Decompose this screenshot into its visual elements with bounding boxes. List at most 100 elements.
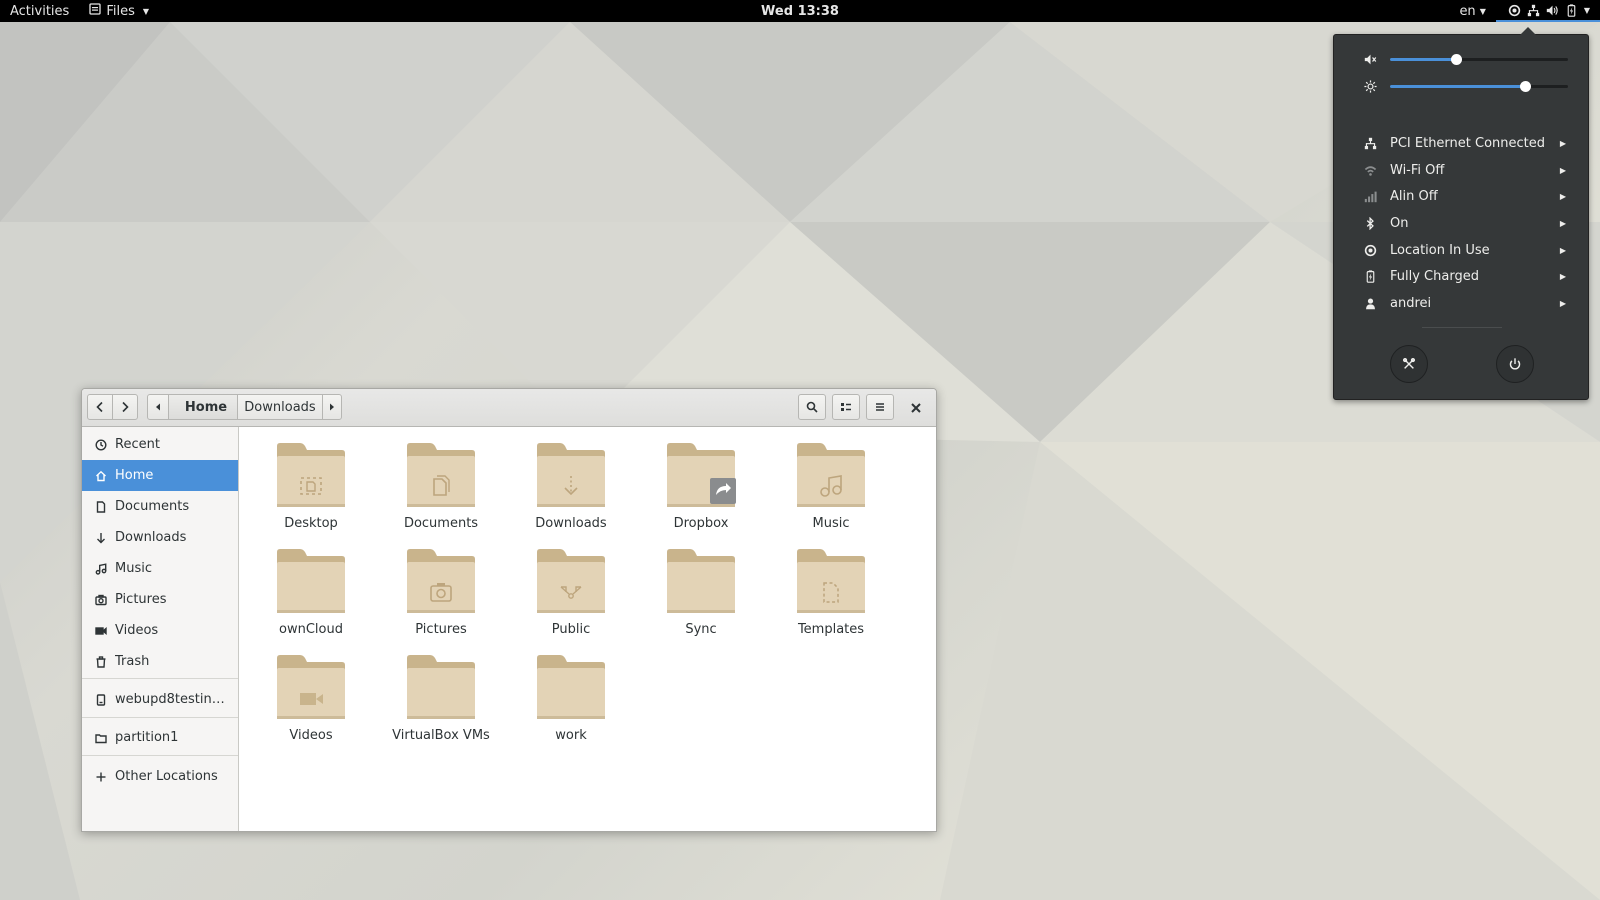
close-window-button[interactable] bbox=[906, 398, 926, 418]
system-status-area[interactable]: ▼ bbox=[1495, 0, 1600, 22]
folder-icon bbox=[537, 549, 605, 613]
file-item-sync[interactable]: Sync bbox=[641, 548, 761, 648]
submenu-arrow-icon: ▶ bbox=[1559, 298, 1566, 308]
sidebar-item-label: webupd8testing... bbox=[115, 692, 227, 707]
file-item-dropbox[interactable]: Dropbox bbox=[641, 442, 761, 542]
menu-item-bluetooth[interactable]: On ▶ bbox=[1334, 210, 1588, 237]
language-indicator[interactable]: en ▼ bbox=[1449, 0, 1495, 22]
folder-icon bbox=[537, 655, 605, 719]
bluetooth-icon bbox=[1362, 216, 1378, 230]
hamburger-icon bbox=[876, 403, 884, 411]
folder-icon bbox=[407, 549, 475, 613]
sidebar-item-music[interactable]: Music bbox=[82, 553, 238, 584]
submenu-arrow-icon: ▶ bbox=[1559, 192, 1566, 202]
app-menu-button[interactable]: Files ▼ bbox=[79, 0, 159, 22]
network-wired-icon bbox=[1527, 4, 1540, 16]
file-item-documents[interactable]: Documents bbox=[381, 442, 501, 542]
sidebar-item-label: Other Locations bbox=[115, 769, 218, 784]
caret-right-icon bbox=[330, 403, 334, 411]
slider-fill bbox=[1390, 58, 1456, 61]
video-icon bbox=[94, 624, 107, 637]
clock-label[interactable]: Wed 13:38 bbox=[761, 4, 839, 19]
sidebar-item-documents[interactable]: Documents bbox=[82, 491, 238, 522]
file-item-pictures[interactable]: Pictures bbox=[381, 548, 501, 648]
sidebar-item-downloads[interactable]: Downloads bbox=[82, 522, 238, 553]
file-item-public[interactable]: Public bbox=[511, 548, 631, 648]
breadcrumb-home[interactable]: Home bbox=[168, 394, 238, 420]
sidebar-item-label: Recent bbox=[115, 437, 160, 452]
slider-handle[interactable] bbox=[1450, 54, 1462, 65]
clock[interactable]: Wed 13:38 bbox=[0, 0, 1600, 22]
file-item-work[interactable]: work bbox=[511, 654, 631, 754]
menu-item-label: PCI Ethernet Connected bbox=[1390, 135, 1546, 151]
submenu-arrow-icon: ▶ bbox=[1559, 138, 1566, 148]
sidebar-separator bbox=[82, 678, 238, 679]
menu-item-mobile-broadband[interactable]: Alin Off ▶ bbox=[1334, 183, 1588, 210]
menu-button[interactable] bbox=[866, 394, 894, 420]
file-item-label: Dropbox bbox=[673, 516, 729, 531]
back-button[interactable] bbox=[87, 394, 113, 420]
forward-button[interactable] bbox=[112, 394, 138, 420]
search-icon bbox=[806, 401, 818, 413]
music-icon bbox=[94, 562, 107, 575]
submenu-arrow-icon: ▶ bbox=[1559, 165, 1566, 175]
menu-item-power[interactable]: Fully Charged ▶ bbox=[1334, 263, 1588, 290]
menu-item-location[interactable]: Location In Use ▶ bbox=[1334, 237, 1588, 264]
file-item-desktop[interactable]: Desktop bbox=[251, 442, 371, 542]
file-item-label: work bbox=[555, 728, 587, 743]
sidebar-item-home[interactable]: Home bbox=[82, 460, 238, 491]
menu-item-wifi[interactable]: Wi-Fi Off ▶ bbox=[1334, 157, 1588, 184]
breadcrumb-downloads[interactable]: Downloads bbox=[237, 394, 323, 420]
sidebar-item-other-locations[interactable]: Other Locations bbox=[82, 761, 238, 792]
file-item-downloads[interactable]: Downloads bbox=[511, 442, 631, 542]
brightness-row bbox=[1362, 76, 1572, 96]
sidebar-item-trash[interactable]: Trash bbox=[82, 646, 238, 677]
sidebar-item-label: Trash bbox=[115, 654, 150, 669]
sidebar-item-label: Pictures bbox=[115, 592, 167, 607]
brightness-slider[interactable] bbox=[1390, 76, 1568, 96]
status-menu-list: PCI Ethernet Connected ▶ Wi-Fi Off ▶ Ali… bbox=[1334, 130, 1588, 317]
sidebar-item-videos[interactable]: Videos bbox=[82, 615, 238, 646]
power-off-button[interactable] bbox=[1496, 345, 1534, 383]
settings-button[interactable] bbox=[1390, 345, 1428, 383]
volume-slider[interactable] bbox=[1390, 49, 1568, 69]
system-menu: PCI Ethernet Connected ▶ Wi-Fi Off ▶ Ali… bbox=[1333, 27, 1589, 400]
list-view-icon bbox=[841, 403, 851, 411]
location-icon bbox=[1362, 244, 1378, 257]
file-item-owncloud[interactable]: ownCloud bbox=[251, 548, 371, 648]
camera-icon bbox=[94, 593, 107, 606]
drive-icon bbox=[94, 693, 107, 706]
sidebar-item-partition1[interactable]: partition1 bbox=[82, 722, 238, 753]
file-item-virtualbox-vms[interactable]: VirtualBox VMs bbox=[381, 654, 501, 754]
chevron-down-icon: ▼ bbox=[1479, 6, 1486, 16]
menu-item-ethernet[interactable]: PCI Ethernet Connected ▶ bbox=[1334, 130, 1588, 157]
volume-muted-icon bbox=[1362, 51, 1378, 67]
sidebar-item-label: Videos bbox=[115, 623, 159, 638]
download-icon bbox=[94, 531, 107, 544]
slider-handle[interactable] bbox=[1520, 81, 1532, 92]
breadcrumb-current-label: Downloads bbox=[244, 399, 316, 415]
path-scroll-left-button[interactable] bbox=[147, 394, 169, 420]
places-sidebar: Recent Home Documents Downloads Music Pi… bbox=[82, 427, 239, 831]
path-scroll-right-button[interactable] bbox=[322, 394, 342, 420]
document-icon bbox=[94, 500, 107, 513]
view-toggle-button[interactable] bbox=[832, 394, 860, 420]
activities-button[interactable]: Activities bbox=[0, 0, 79, 22]
sidebar-item-webupd8testing[interactable]: webupd8testing... bbox=[82, 684, 238, 715]
location-icon bbox=[1508, 4, 1521, 16]
file-item-templates[interactable]: Templates bbox=[771, 548, 891, 648]
sidebar-item-pictures[interactable]: Pictures bbox=[82, 584, 238, 615]
close-icon bbox=[911, 403, 921, 413]
chevron-left-icon bbox=[96, 401, 103, 413]
sidebar-separator bbox=[82, 755, 238, 756]
breadcrumb-home-label: Home bbox=[184, 399, 228, 415]
menu-item-label: Fully Charged bbox=[1390, 269, 1479, 285]
header-bar: Home Downloads bbox=[82, 389, 936, 427]
files-app-icon bbox=[89, 3, 101, 19]
file-item-videos[interactable]: Videos bbox=[251, 654, 371, 754]
menu-item-user[interactable]: andrei ▶ bbox=[1334, 290, 1588, 317]
search-button[interactable] bbox=[798, 394, 826, 420]
sidebar-item-recent[interactable]: Recent bbox=[82, 429, 238, 460]
file-item-music[interactable]: Music bbox=[771, 442, 891, 542]
slider-fill bbox=[1390, 85, 1526, 88]
